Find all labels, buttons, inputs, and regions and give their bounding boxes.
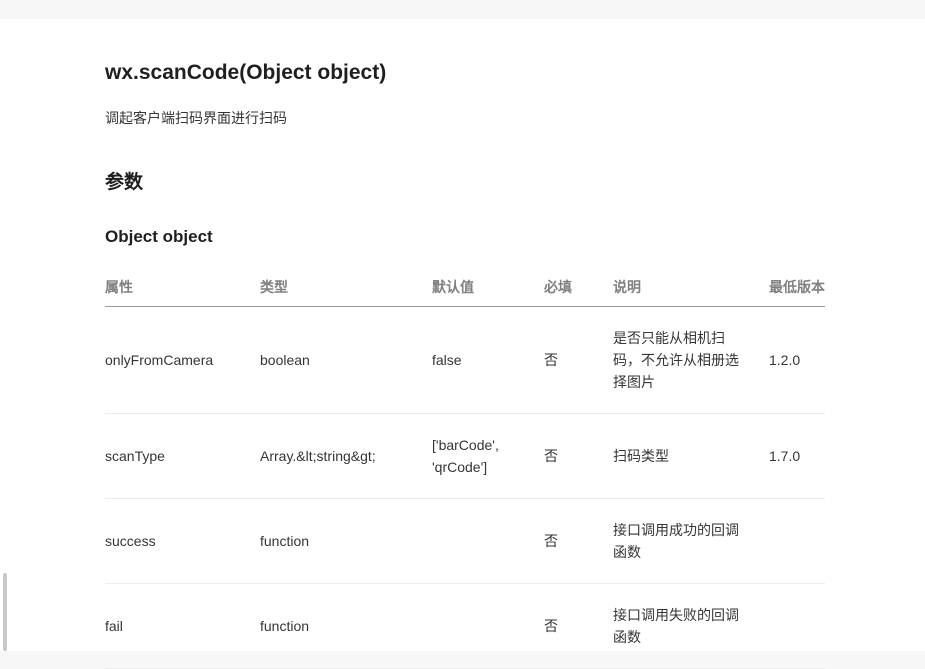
doc-page: wx.scanCode(Object object) 调起客户端扫码界面进行扫码…	[0, 19, 925, 669]
vertical-scrollbar-thumb[interactable]	[3, 573, 7, 651]
cell-default	[432, 498, 544, 584]
section-title-params: 参数	[105, 172, 144, 193]
api-description: 调起客户端扫码界面进行扫码	[105, 110, 287, 126]
header-default: 默认值	[432, 267, 544, 307]
api-title: wx.scanCode(Object object)	[105, 61, 387, 84]
table-row: scanType Array.&lt;string&gt; ['barCode'…	[105, 413, 825, 499]
header-min-version: 最低版本	[769, 267, 825, 307]
cell-type: boolean	[260, 306, 432, 414]
cell-min-version: 1.2.0	[769, 306, 825, 414]
header-required: 必填	[544, 267, 613, 307]
cell-default	[432, 583, 544, 669]
cell-type: function	[260, 498, 432, 584]
params-table: 属性 类型 默认值 必填 说明 最低版本 onlyFromCamera bool…	[105, 267, 825, 669]
cell-property: scanType	[105, 413, 260, 499]
cell-type: function	[260, 583, 432, 669]
header-type: 类型	[260, 267, 432, 307]
cell-required: 否	[544, 583, 613, 669]
cell-property: fail	[105, 583, 260, 669]
table-row: fail function 否 接口调用失败的回调函数	[105, 583, 825, 669]
cell-description: 是否只能从相机扫码，不允许从相册选择图片	[613, 306, 769, 414]
table-header-row: 属性 类型 默认值 必填 说明 最低版本	[105, 267, 825, 307]
cell-required: 否	[544, 498, 613, 584]
header-property: 属性	[105, 267, 260, 307]
cell-default: false	[432, 306, 544, 414]
cell-description: 扫码类型	[613, 413, 769, 499]
cell-min-version	[769, 583, 825, 669]
header-description: 说明	[613, 267, 769, 307]
subsection-title-object: Object object	[105, 227, 213, 246]
cell-type: Array.&lt;string&gt;	[260, 413, 432, 499]
cell-min-version	[769, 498, 825, 584]
cell-min-version: 1.7.0	[769, 413, 825, 499]
table-row: onlyFromCamera boolean false 否 是否只能从相机扫码…	[105, 306, 825, 414]
cell-description: 接口调用成功的回调函数	[613, 498, 769, 584]
cell-property: onlyFromCamera	[105, 306, 260, 414]
cell-property: success	[105, 498, 260, 584]
cell-required: 否	[544, 306, 613, 414]
cell-default: ['barCode', 'qrCode']	[432, 413, 544, 499]
table-row: success function 否 接口调用成功的回调函数	[105, 498, 825, 584]
cell-description: 接口调用失败的回调函数	[613, 583, 769, 669]
cell-required: 否	[544, 413, 613, 499]
